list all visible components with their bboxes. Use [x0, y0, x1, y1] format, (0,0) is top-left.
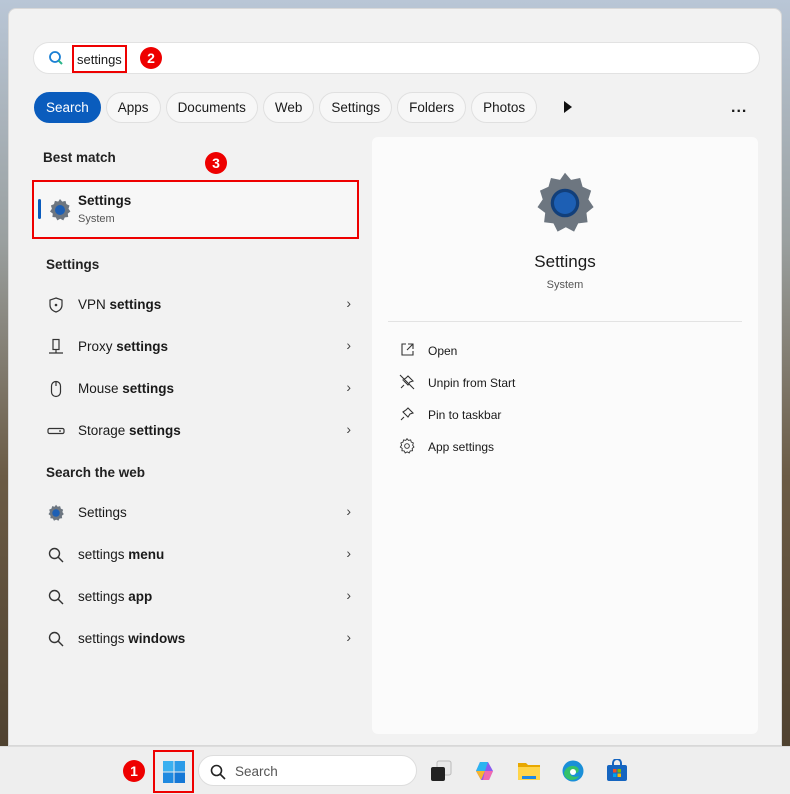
result-label-bold: menu [128, 547, 165, 562]
tab-apps[interactable]: Apps [105, 92, 161, 123]
chevron-right-icon: › [346, 545, 351, 561]
action-label: Open [428, 344, 458, 358]
result-mouse-settings[interactable]: Mouse settings › [39, 371, 355, 407]
pin-icon [400, 407, 415, 421]
search-icon [48, 631, 64, 647]
storage-icon [47, 427, 65, 435]
result-label-bold: settings [109, 297, 162, 312]
search-icon [49, 51, 63, 65]
search-box[interactable]: settings 2 [33, 42, 760, 74]
action-app-settings[interactable]: App settings [399, 437, 494, 458]
settings-section-heading: Settings [46, 257, 100, 272]
chevron-right-icon: › [346, 587, 351, 603]
best-match-heading: Best match [43, 150, 116, 165]
divider [388, 321, 742, 322]
best-match-title: Settings [78, 193, 132, 208]
search-icon [48, 547, 64, 563]
web-result-settings-menu[interactable]: settings menu › [39, 537, 355, 573]
step-badge-2: 2 [140, 47, 162, 69]
tab-documents[interactable]: Documents [165, 92, 258, 123]
mouse-icon [50, 380, 62, 398]
unpin-icon [399, 374, 415, 390]
tab-photos[interactable]: Photos [471, 92, 538, 123]
copilot-icon[interactable] [473, 759, 497, 783]
chevron-right-icon: › [346, 379, 351, 395]
more-options-button[interactable]: ... [731, 99, 747, 117]
action-pin-to-taskbar[interactable]: Pin to taskbar [399, 406, 501, 426]
chevron-right-icon: › [346, 503, 351, 519]
result-label-bold: settings [116, 339, 169, 354]
settings-gear-icon [48, 504, 64, 521]
action-label: Pin to taskbar [428, 408, 502, 422]
search-web-heading: Search the web [46, 465, 146, 480]
result-label: Storage [78, 423, 130, 438]
open-external-icon [401, 343, 414, 356]
result-label-bold: settings [129, 423, 181, 438]
taskbar-search-placeholder: Search [235, 764, 278, 779]
result-label-bold: app [128, 589, 153, 604]
result-label-bold: windows [128, 631, 186, 646]
result-label: settings [78, 589, 129, 604]
more-filters-arrow-icon[interactable] [564, 101, 572, 113]
result-label-bold: settings [122, 381, 175, 396]
result-label: settings [78, 631, 129, 646]
settings-gear-icon [50, 199, 71, 221]
windows-logo-icon [163, 761, 185, 783]
action-label: Unpin from Start [428, 376, 516, 390]
chevron-right-icon: › [346, 295, 351, 311]
result-vpn-settings[interactable]: VPN settings › [39, 287, 355, 323]
microsoft-store-icon[interactable] [605, 759, 629, 783]
web-result-settings-windows[interactable]: settings windows › [39, 621, 355, 657]
gear-icon [399, 437, 415, 454]
selection-indicator [38, 199, 41, 219]
best-match-settings[interactable]: Settings System [32, 180, 359, 239]
result-label: VPN [78, 297, 110, 312]
preview-pane: Settings System Open Unpin from Start Pi… [372, 137, 758, 734]
result-label: settings [78, 547, 129, 562]
proxy-icon [49, 338, 63, 354]
settings-app-icon [537, 172, 594, 232]
step-badge-1: 1 [123, 760, 145, 782]
chevron-right-icon: › [346, 629, 351, 645]
chevron-right-icon: › [346, 337, 351, 353]
result-storage-settings[interactable]: Storage settings › [39, 413, 355, 449]
result-proxy-settings[interactable]: Proxy settings › [39, 329, 355, 365]
shield-icon [49, 297, 63, 313]
chevron-right-icon: › [346, 421, 351, 437]
action-label: App settings [428, 440, 495, 454]
file-explorer-icon[interactable] [517, 759, 541, 783]
action-unpin-from-start[interactable]: Unpin from Start [399, 374, 515, 394]
task-view-icon[interactable] [429, 759, 453, 783]
result-label: Settings [78, 505, 127, 520]
start-search-panel: settings 2 Search Apps Documents Web Set… [8, 8, 782, 746]
start-button[interactable] [153, 750, 194, 793]
web-result-settings-app[interactable]: settings app › [39, 579, 355, 615]
search-icon [48, 589, 64, 605]
preview-title: Settings [534, 252, 596, 271]
edge-browser-icon[interactable] [561, 759, 585, 783]
filter-tabs: Search Apps Documents Web Settings Folde… [34, 92, 538, 123]
step-badge-3: 3 [205, 152, 227, 174]
search-icon [210, 764, 226, 780]
taskbar: 1 Search [0, 746, 790, 794]
tab-folders[interactable]: Folders [397, 92, 467, 123]
result-label: Proxy [78, 339, 117, 354]
preview-subtitle: System [546, 279, 584, 291]
result-label: Mouse [78, 381, 123, 396]
tab-web[interactable]: Web [262, 92, 315, 123]
best-match-subtitle: System [78, 213, 115, 225]
tab-search[interactable]: Search [34, 92, 101, 123]
action-open[interactable]: Open [399, 342, 457, 362]
tab-settings[interactable]: Settings [319, 92, 393, 123]
search-input[interactable]: settings [72, 45, 127, 73]
taskbar-search[interactable]: Search [198, 755, 417, 786]
web-result-settings[interactable]: Settings › [39, 495, 355, 531]
